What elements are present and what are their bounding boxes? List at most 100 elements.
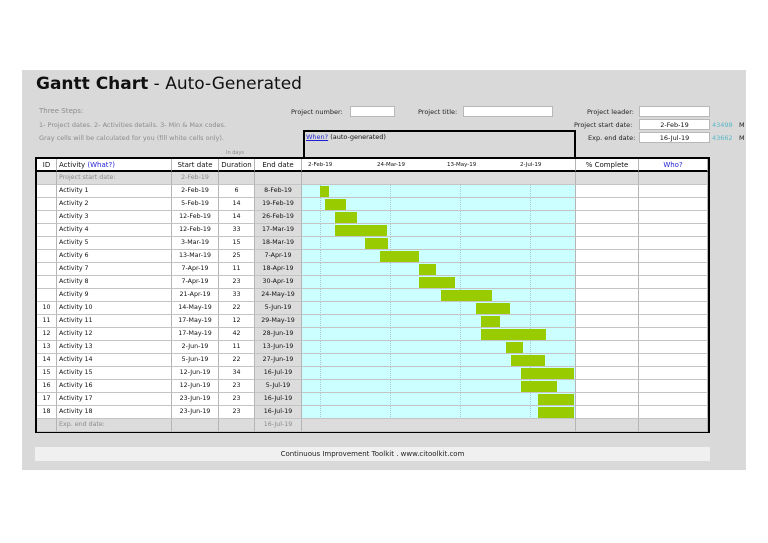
duration-cell[interactable]: 22 (219, 302, 255, 315)
activity-name-cell[interactable]: Activity 3 (57, 211, 172, 224)
activity-name-cell[interactable]: Activity 16 (57, 380, 172, 393)
duration-cell[interactable]: 6 (219, 185, 255, 198)
duration-cell[interactable]: 12 (219, 315, 255, 328)
row-id-cell[interactable]: 16 (37, 380, 57, 393)
row-id-cell[interactable]: 12 (37, 328, 57, 341)
duration-cell[interactable]: 14 (219, 198, 255, 211)
who-cell[interactable] (639, 185, 708, 198)
duration-cell[interactable]: 23 (219, 393, 255, 406)
who-cell[interactable] (639, 263, 708, 276)
start-date-cell[interactable]: 5-Jun-19 (172, 354, 219, 367)
duration-cell[interactable]: 11 (219, 341, 255, 354)
duration-cell[interactable]: 23 (219, 406, 255, 419)
row-id-cell[interactable]: 10 (37, 302, 57, 315)
row-id-cell[interactable]: 15 (37, 367, 57, 380)
row-id-cell[interactable] (37, 250, 57, 263)
row-id-cell[interactable] (37, 224, 57, 237)
complete-cell[interactable] (576, 211, 639, 224)
start-date-cell[interactable]: 2-Feb-19 (172, 185, 219, 198)
row-id-cell[interactable] (37, 237, 57, 250)
who-cell[interactable] (639, 211, 708, 224)
exp-end-field[interactable]: 16-Jul-19 (639, 132, 710, 143)
start-date-cell[interactable]: 14-May-19 (172, 302, 219, 315)
activity-name-cell[interactable]: Activity 1 (57, 185, 172, 198)
complete-cell[interactable] (576, 263, 639, 276)
start-date-cell[interactable]: 12-Feb-19 (172, 211, 219, 224)
complete-cell[interactable] (576, 237, 639, 250)
project-leader-field[interactable] (639, 106, 710, 117)
duration-cell[interactable]: 33 (219, 289, 255, 302)
start-date-cell[interactable]: 12-Feb-19 (172, 224, 219, 237)
start-date-cell[interactable]: 12-Jun-19 (172, 380, 219, 393)
activity-name-cell[interactable]: Activity 7 (57, 263, 172, 276)
row-id-cell[interactable] (37, 289, 57, 302)
who-cell[interactable] (639, 406, 708, 419)
who-cell[interactable] (639, 328, 708, 341)
activity-name-cell[interactable]: Activity 8 (57, 276, 172, 289)
row-id-cell[interactable] (37, 198, 57, 211)
start-date-cell[interactable]: 2-Jun-19 (172, 341, 219, 354)
complete-cell[interactable] (576, 328, 639, 341)
complete-cell[interactable] (576, 185, 639, 198)
row-id-cell[interactable] (37, 211, 57, 224)
who-cell[interactable] (639, 237, 708, 250)
row-id-cell[interactable]: 14 (37, 354, 57, 367)
row-id-cell[interactable] (37, 263, 57, 276)
complete-cell[interactable] (576, 367, 639, 380)
row-id-cell[interactable] (37, 185, 57, 198)
row-id-cell[interactable]: 13 (37, 341, 57, 354)
project-start-field[interactable]: 2-Feb-19 (639, 119, 710, 130)
duration-cell[interactable]: 42 (219, 328, 255, 341)
duration-cell[interactable]: 25 (219, 250, 255, 263)
start-date-cell[interactable]: 23-Jun-19 (172, 393, 219, 406)
complete-cell[interactable] (576, 276, 639, 289)
activity-name-cell[interactable]: Activity 14 (57, 354, 172, 367)
who-cell[interactable] (639, 302, 708, 315)
start-date-cell[interactable]: 17-May-19 (172, 315, 219, 328)
activity-name-cell[interactable]: Activity 18 (57, 406, 172, 419)
who-cell[interactable] (639, 341, 708, 354)
duration-cell[interactable]: 23 (219, 276, 255, 289)
row-id-cell[interactable]: 11 (37, 315, 57, 328)
who-cell[interactable] (639, 354, 708, 367)
who-cell[interactable] (639, 224, 708, 237)
project-title-field[interactable] (463, 106, 553, 117)
complete-cell[interactable] (576, 380, 639, 393)
start-date-cell[interactable]: 13-Mar-19 (172, 250, 219, 263)
duration-cell[interactable]: 11 (219, 263, 255, 276)
activity-name-cell[interactable]: Activity 10 (57, 302, 172, 315)
complete-cell[interactable] (576, 224, 639, 237)
start-date-cell[interactable]: 7-Apr-19 (172, 263, 219, 276)
activity-name-cell[interactable]: Activity 11 (57, 315, 172, 328)
row-id-cell[interactable] (37, 276, 57, 289)
row-id-cell[interactable]: 18 (37, 406, 57, 419)
start-date-cell[interactable]: 12-Jun-19 (172, 367, 219, 380)
complete-cell[interactable] (576, 250, 639, 263)
duration-cell[interactable]: 23 (219, 380, 255, 393)
row-id-cell[interactable]: 17 (37, 393, 57, 406)
who-cell[interactable] (639, 289, 708, 302)
duration-cell[interactable]: 34 (219, 367, 255, 380)
complete-cell[interactable] (576, 315, 639, 328)
activity-name-cell[interactable]: Activity 17 (57, 393, 172, 406)
complete-cell[interactable] (576, 406, 639, 419)
activity-name-cell[interactable]: Activity 9 (57, 289, 172, 302)
start-date-cell[interactable]: 21-Apr-19 (172, 289, 219, 302)
activity-name-cell[interactable]: Activity 2 (57, 198, 172, 211)
start-date-cell[interactable]: 5-Feb-19 (172, 198, 219, 211)
activity-name-cell[interactable]: Activity 4 (57, 224, 172, 237)
complete-cell[interactable] (576, 354, 639, 367)
start-date-cell[interactable]: 17-May-19 (172, 328, 219, 341)
activity-name-cell[interactable]: Activity 6 (57, 250, 172, 263)
duration-cell[interactable]: 14 (219, 211, 255, 224)
activity-name-cell[interactable]: Activity 13 (57, 341, 172, 354)
complete-cell[interactable] (576, 198, 639, 211)
start-date-cell[interactable]: 23-Jun-19 (172, 406, 219, 419)
duration-cell[interactable]: 15 (219, 237, 255, 250)
activity-name-cell[interactable]: Activity 12 (57, 328, 172, 341)
complete-cell[interactable] (576, 289, 639, 302)
who-cell[interactable] (639, 250, 708, 263)
who-cell[interactable] (639, 367, 708, 380)
start-date-cell[interactable]: 3-Mar-19 (172, 237, 219, 250)
complete-cell[interactable] (576, 393, 639, 406)
